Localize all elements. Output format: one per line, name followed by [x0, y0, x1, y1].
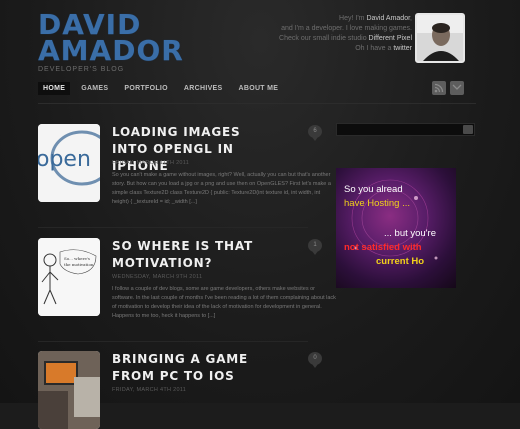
comment-count-badge[interactable]: 0: [308, 352, 322, 368]
hosting-ad-banner[interactable]: So you alread have Hosting ... ... but y…: [336, 168, 456, 288]
logo-line-2: AMADOR: [38, 34, 184, 67]
main-nav: HOME GAMES PORTFOLIO ARCHIVES ABOUT ME: [38, 82, 283, 95]
intro-text: Hey! I'm: [339, 15, 367, 22]
site-tagline: DEVELOPER'S BLOG: [38, 66, 125, 73]
intro-line-2: and I'm a developer. I love making games…: [281, 25, 412, 32]
post-excerpt: I follow a couple of dev blogs, some are…: [112, 286, 336, 319]
post-card: BRINGING A GAME FROM PC TO IOS FRIDAY, M…: [38, 351, 322, 429]
post-title[interactable]: SO WHERE IS THAT MOTIVATION?: [112, 238, 272, 272]
opengl-logo-text: open: [38, 147, 91, 172]
nav-archives[interactable]: ARCHIVES: [179, 82, 228, 95]
ad-line-3: ... but you're: [384, 228, 436, 239]
post-date: WEDNESDAY, MARCH 9TH 2011: [112, 274, 203, 280]
nav-games[interactable]: GAMES: [76, 82, 113, 95]
post-title[interactable]: BRINGING A GAME FROM PC TO IOS: [112, 351, 272, 385]
social-links: [432, 81, 464, 95]
svg-text:the motivation: the motivation: [64, 262, 94, 267]
mail-icon[interactable]: [450, 81, 464, 95]
post-title[interactable]: LOADING IMAGES INTO OPENGL IN IPHONE: [112, 124, 272, 175]
site-logo[interactable]: DAVID AMADOR: [38, 11, 184, 67]
intro-text: Check our small indie studio: [279, 35, 369, 42]
author-intro: Hey! I'm David Amador, and I'm a develop…: [212, 14, 412, 54]
author-name-link[interactable]: David Amador: [366, 15, 410, 22]
post-excerpt: So you can't make a game without images,…: [112, 172, 331, 205]
twitter-link[interactable]: twitter: [393, 45, 412, 52]
search-input[interactable]: [336, 123, 475, 136]
avatar: [415, 13, 465, 63]
post-card: So... where's the motivation SO WHERE IS…: [38, 238, 336, 338]
comment-count-badge[interactable]: 1: [308, 239, 322, 255]
page: DAVID AMADOR DEVELOPER'S BLOG Hey! I'm D…: [0, 0, 520, 429]
comment-count-badge[interactable]: 6: [308, 125, 322, 141]
nav-portfolio[interactable]: PORTFOLIO: [119, 82, 173, 95]
studio-link[interactable]: Different Pixel: [369, 35, 412, 42]
nav-about-me[interactable]: ABOUT ME: [233, 82, 283, 95]
ad-line-1: So you alread: [344, 184, 403, 195]
post-thumbnail[interactable]: [38, 351, 100, 429]
post-date: FRIDAY, MARCH 11TH 2011: [112, 160, 190, 166]
ad-line-2: have Hosting ...: [344, 198, 411, 209]
post-thumbnail[interactable]: open: [38, 124, 100, 202]
post-card: open LOADING IMAGES INTO OPENGL IN IPHON…: [38, 124, 331, 224]
nav-divider: [38, 103, 476, 104]
search-button[interactable]: [463, 125, 473, 134]
ad-line-4: not satisfied with: [344, 242, 422, 253]
post-date: FRIDAY, MARCH 4TH 2011: [112, 387, 187, 393]
post-divider: [38, 341, 308, 342]
post-divider: [38, 227, 308, 228]
svg-text:So... where's: So... where's: [64, 256, 90, 261]
intro-text: ,: [410, 15, 412, 22]
nav-home[interactable]: HOME: [38, 82, 71, 95]
post-thumbnail[interactable]: So... where's the motivation: [38, 238, 100, 316]
intro-text: Oh I have a: [355, 45, 394, 52]
rss-icon[interactable]: [432, 81, 446, 95]
ad-line-5: current Ho: [376, 256, 425, 267]
